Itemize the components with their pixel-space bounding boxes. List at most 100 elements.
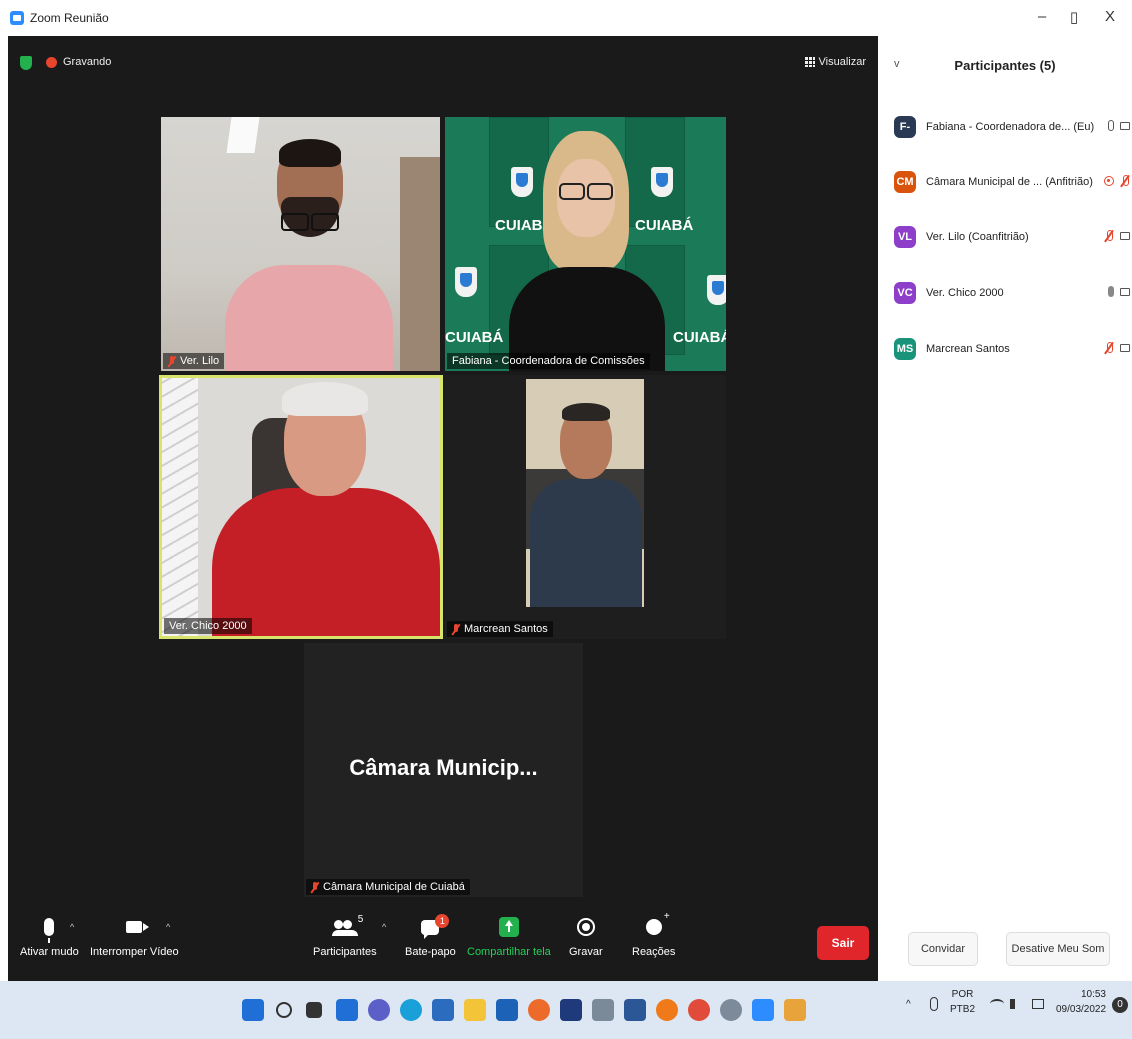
store-icon[interactable] [432, 999, 454, 1021]
video-label: Interromper Vídeo [90, 946, 179, 958]
zoom-app-icon [10, 11, 24, 25]
battery-icon[interactable] [1032, 999, 1044, 1009]
ceiling-light [226, 117, 260, 153]
participant-hair [562, 403, 610, 421]
language-bottom: PTB2 [950, 1004, 976, 1015]
participant-body [225, 265, 393, 371]
search-icon[interactable] [276, 1002, 292, 1018]
video-tile-ver-lilo[interactable]: Ver. Lilo [161, 117, 440, 371]
video-tile-marcrean-santos[interactable]: Marcrean Santos [445, 375, 726, 639]
tile-name-text: Câmara Municipal de Cuiabá [323, 881, 465, 893]
participant-name: Ver. Chico 2000 [926, 287, 1004, 299]
file-explorer-icon[interactable] [464, 999, 486, 1021]
participant-row[interactable]: MS Marcrean Santos [894, 336, 1132, 362]
avast-icon[interactable] [656, 999, 678, 1021]
windows-start-icon[interactable] [242, 999, 264, 1021]
mute-button[interactable]: Ativar mudo [20, 912, 79, 958]
participant-row[interactable]: VL Ver. Lilo (Coanfitrião) [894, 224, 1132, 250]
reactions-label: Reações [632, 946, 676, 958]
chrome-icon[interactable] [688, 999, 710, 1021]
microphone-icon [44, 918, 55, 943]
tile-name-text: Fabiana - Coordenadora de Comissões [452, 355, 645, 367]
firefox-icon[interactable] [528, 999, 550, 1021]
clock[interactable]: 10:53 09/03/2022 [1056, 989, 1106, 1015]
reactions-icon [645, 911, 670, 935]
view-label: Visualizar [818, 56, 867, 68]
language-indicator[interactable]: POR PTB2 [950, 989, 975, 1015]
chat-badge: 1 [435, 913, 450, 928]
record-icon [576, 918, 595, 936]
chat-button[interactable]: 1 Bate-papo [405, 912, 456, 958]
close-button[interactable]: X [1100, 8, 1120, 25]
widgets-icon[interactable] [336, 999, 358, 1021]
tile-name-label: Marcrean Santos [447, 621, 553, 637]
acrobat-icon[interactable] [784, 999, 806, 1021]
reactions-button[interactable]: Reações [632, 911, 676, 958]
view-button[interactable]: Visualizar [804, 56, 867, 68]
participant-name: Câmara Municipal de ... (Anfitrião) [926, 176, 1093, 188]
tile-name-label: Câmara Municipal de Cuiabá [306, 879, 470, 895]
cuiaba-logo-icon [651, 167, 673, 197]
meeting-area: Gravando Visualizar Ver. Lilo CUIABÁ CUI… [8, 36, 878, 981]
panel-title: Participantes (5) [954, 58, 1056, 73]
mic-muted-icon [311, 881, 319, 893]
microphone-icon [1108, 120, 1114, 131]
settings-icon[interactable] [720, 999, 742, 1021]
amazon-icon[interactable] [592, 999, 614, 1021]
volume-icon[interactable] [1010, 999, 1022, 1009]
edge-icon[interactable] [400, 999, 422, 1021]
participants-icon [331, 920, 358, 936]
wifi-icon[interactable] [990, 999, 1004, 1009]
mic-muted-icon [1104, 342, 1114, 354]
mute-me-button[interactable]: Desative Meu Som [1006, 932, 1110, 966]
participant-body [530, 479, 642, 607]
cuiaba-logo-icon [511, 167, 533, 197]
participant-glasses [281, 213, 339, 231]
mail-icon[interactable] [496, 999, 518, 1021]
recording-icon [46, 57, 57, 68]
clock-time: 10:53 [1080, 989, 1106, 1000]
invite-button[interactable]: Convidar [908, 932, 978, 966]
tray-overflow-icon[interactable]: ^ [906, 999, 911, 1010]
task-view-icon[interactable] [306, 1002, 322, 1018]
participant-row[interactable]: VC Ver. Chico 2000 [894, 280, 1132, 306]
avatar: F- [894, 116, 916, 138]
stop-video-button[interactable]: Interromper Vídeo [90, 912, 179, 958]
cuiaba-logo-icon [707, 275, 726, 305]
participants-button[interactable]: 5 Participantes [313, 912, 377, 958]
security-shield-icon[interactable] [20, 56, 32, 70]
notification-badge[interactable]: 0 [1112, 997, 1128, 1013]
participant-body [212, 488, 440, 636]
share-screen-button[interactable]: Compartilhar tela [467, 912, 551, 958]
dropbox-icon[interactable] [560, 999, 582, 1021]
leave-button[interactable]: Sair [817, 926, 869, 960]
teams-icon[interactable] [368, 999, 390, 1021]
backdrop-text: CUIABÁ [635, 217, 694, 234]
tile-name-label: Ver. Lilo [163, 353, 225, 369]
video-tile-camara-municipal[interactable]: Câmara Municip... Câmara Municipal de Cu… [304, 643, 583, 897]
record-button[interactable]: Gravar [569, 912, 603, 958]
video-tile-fabiana[interactable]: CUIABÁ CUIABÁ CUIABÁ CUIABÁ Fabiana - Co… [445, 117, 726, 371]
video-camera-icon [1120, 232, 1130, 240]
tile-name-text: Ver. Chico 2000 [169, 620, 247, 632]
participants-options-caret[interactable]: ^ [382, 922, 386, 932]
microphone-icon[interactable] [930, 997, 938, 1011]
participants-label: Participantes [313, 946, 377, 958]
mic-muted-icon [1120, 175, 1130, 187]
minimize-button[interactable]: – [1032, 8, 1052, 25]
restore-button[interactable]: ▯ [1064, 8, 1084, 26]
participant-hair [282, 382, 368, 416]
video-frame [526, 379, 644, 607]
participant-row[interactable]: CM Câmara Municipal de ... (Anfitrião) [894, 169, 1132, 195]
word-icon[interactable] [624, 999, 646, 1021]
participant-hair [279, 139, 341, 167]
video-options-caret[interactable]: ^ [166, 922, 170, 932]
zoom-icon[interactable] [752, 999, 774, 1021]
recording-label: Gravando [63, 56, 112, 68]
meeting-toolbar: Ativar mudo ^ Interromper Vídeo ^ 5 Part… [8, 906, 878, 981]
backdrop-text: CUIABÁ [673, 329, 726, 346]
participant-row[interactable]: F- Fabiana - Coordenadora de... (Eu) [894, 114, 1132, 140]
audio-options-caret[interactable]: ^ [70, 922, 74, 932]
language-top: POR [951, 989, 974, 1000]
video-tile-ver-chico-2000[interactable]: Ver. Chico 2000 [159, 375, 443, 639]
